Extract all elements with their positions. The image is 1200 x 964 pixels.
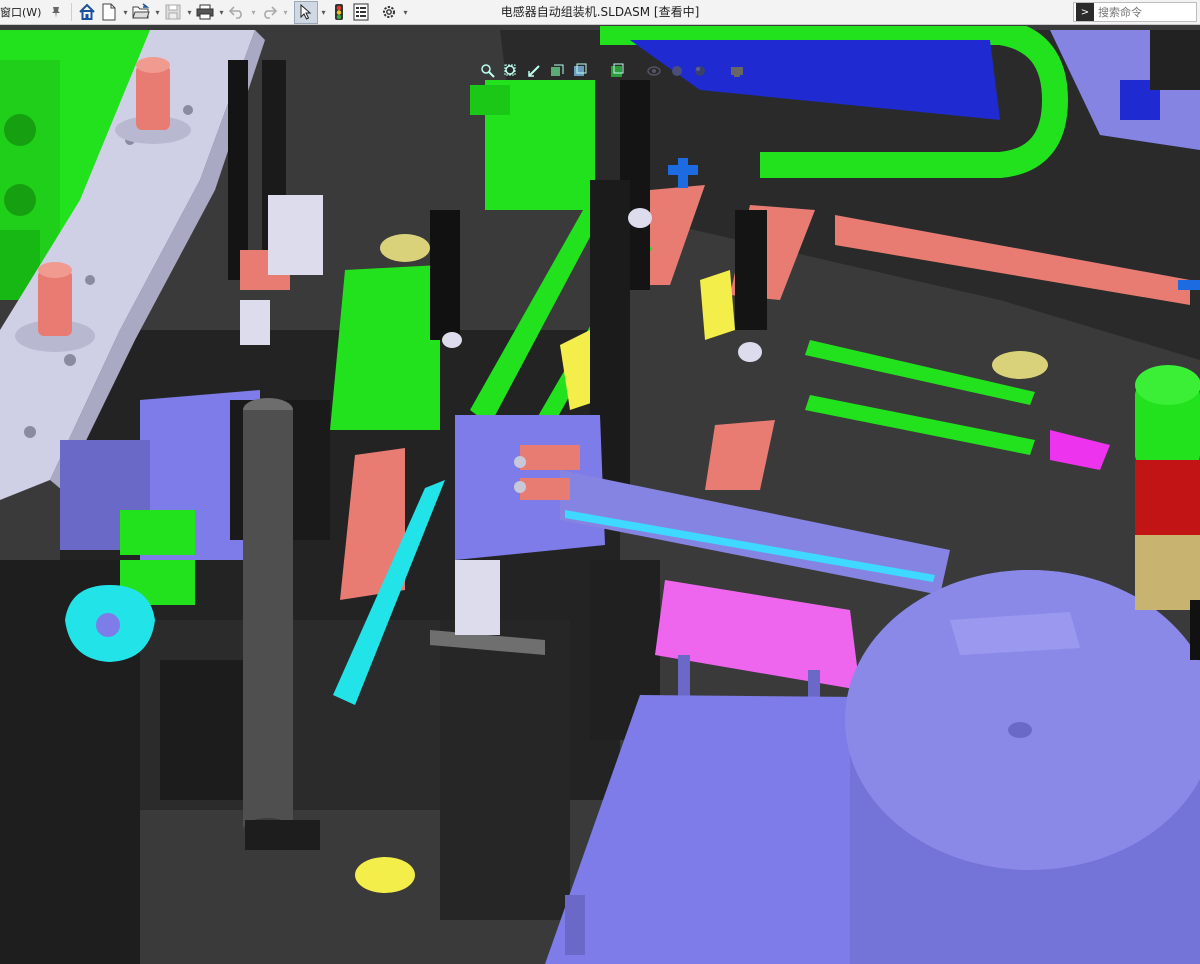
graphics-viewport[interactable] [0,26,1200,964]
chevron-down-icon[interactable]: ▾ [248,1,258,24]
display-style-icon[interactable] [607,61,627,81]
view-orientation-icon[interactable] [570,61,590,81]
section-view-icon[interactable] [547,61,567,81]
save-icon[interactable] [162,1,184,24]
chevron-down-icon[interactable]: ▾ [184,1,194,24]
select-cursor-icon[interactable] [294,0,319,24]
previous-view-icon[interactable] [524,61,544,81]
command-search[interactable]: > [1073,2,1197,22]
command-prompt-icon: > [1076,3,1094,21]
home-icon[interactable] [76,1,98,24]
chevron-down-icon[interactable]: ▾ [280,1,290,24]
chevron-down-icon[interactable]: ▾ [318,1,328,24]
chevron-down-icon[interactable]: ▾ [400,1,410,24]
print-icon[interactable] [194,1,216,24]
edit-appearance-icon[interactable] [667,61,687,81]
open-folder-icon[interactable] [130,1,152,24]
file-properties-icon[interactable] [350,1,372,24]
pin-icon[interactable] [45,1,67,24]
view-settings-icon[interactable] [727,61,747,81]
zoom-area-icon[interactable] [501,61,521,81]
undo-icon[interactable] [226,1,248,24]
redo-icon[interactable] [258,1,280,24]
document-title: 电感器自动组装机.SLDASM [查看中] [500,5,700,19]
toolbar-divider [71,3,73,21]
menu-window[interactable]: 窗口(W) [0,1,45,24]
gear-icon[interactable] [378,1,400,24]
chevron-down-icon[interactable]: ▾ [216,1,226,24]
new-document-icon[interactable] [98,1,120,24]
chevron-down-icon[interactable]: ▾ [120,1,130,24]
view-heads-up-toolbar [478,60,747,82]
apply-scene-icon[interactable] [690,61,710,81]
chevron-down-icon[interactable]: ▾ [152,1,162,24]
search-input[interactable] [1096,4,1196,20]
hide-show-items-icon[interactable] [644,61,664,81]
assembly-model-render [0,26,1200,964]
zoom-to-fit-icon[interactable] [478,61,498,81]
traffic-light-icon[interactable] [328,1,350,24]
